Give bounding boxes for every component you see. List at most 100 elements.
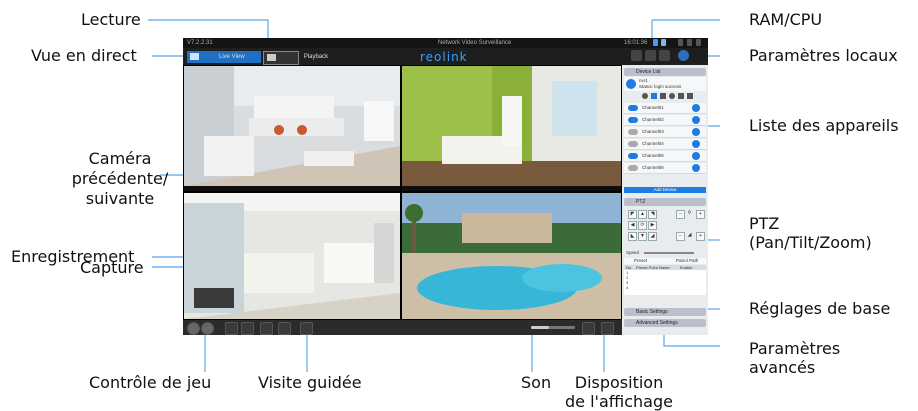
volume-slider-fill <box>531 326 549 329</box>
camera-icon <box>628 141 638 147</box>
video-tile-4[interactable] <box>402 193 621 319</box>
play-channel-icon[interactable] <box>692 140 700 148</box>
stop-icon[interactable] <box>201 322 214 335</box>
camera-icon <box>628 165 638 171</box>
device-list-toggle-icon[interactable] <box>631 50 642 61</box>
zoom-in-button[interactable]: + <box>696 210 705 219</box>
ptz-up-right-button[interactable]: ◥ <box>648 210 657 219</box>
play-channel-icon[interactable] <box>692 152 700 160</box>
info-icon[interactable] <box>678 50 689 61</box>
basic-settings-header[interactable]: Basic Settings <box>624 308 706 316</box>
living-room-image <box>184 66 400 186</box>
video-tile-1[interactable] <box>184 66 400 186</box>
volume-slider[interactable] <box>531 326 575 329</box>
label-parametres-avances-line2: avancés <box>749 358 816 377</box>
add-device-button[interactable]: Add Device <box>624 187 706 193</box>
channel-item-2[interactable]: Channel02 <box>624 115 706 126</box>
settings-small-icon[interactable] <box>642 93 648 99</box>
device-name: nvr1 <box>639 78 648 83</box>
window-close-icon[interactable] <box>696 39 701 46</box>
ptz-left-button[interactable]: ◀ <box>628 221 637 230</box>
ram-icon <box>661 39 666 46</box>
playback-label[interactable]: Playback <box>301 51 331 63</box>
play-channel-icon[interactable] <box>692 116 700 124</box>
version-text: V7.2.2.31 <box>187 40 213 46</box>
play-icon[interactable] <box>187 322 200 335</box>
ptz-down-button[interactable]: ▼ <box>638 232 647 241</box>
device-info-small-icon[interactable] <box>651 93 657 99</box>
label-ptz-line1: PTZ <box>749 214 780 233</box>
video-tile-1-toolbar <box>184 186 400 191</box>
label-camera-line1: Caméra <box>88 149 152 168</box>
label-disposition-line2: de l'affichage <box>565 392 673 411</box>
layout-toggle-icon[interactable] <box>645 50 656 61</box>
fullscreen-icon[interactable] <box>601 322 614 335</box>
speed-label: Speed <box>626 250 640 255</box>
edit-small-icon[interactable] <box>678 93 684 99</box>
channel-item-6[interactable]: Channel06 <box>624 163 706 174</box>
device-entry[interactable]: nvr1 Status: login success <box>624 77 706 91</box>
col-enable: Enable <box>680 265 693 270</box>
delete-small-icon[interactable] <box>687 93 693 99</box>
layout-grid-icon[interactable] <box>582 322 595 335</box>
zoom-out-button[interactable]: − <box>676 210 685 219</box>
ptz-center-button[interactable]: ⟳ <box>638 221 647 230</box>
pool-image <box>402 193 621 319</box>
guided-tour-icon[interactable] <box>300 322 313 335</box>
channel-item-1[interactable]: Channel01 <box>624 103 706 114</box>
channel-name: Channel06 <box>642 165 664 170</box>
search-small-icon[interactable] <box>669 93 675 99</box>
channel-name: Channel02 <box>642 117 664 122</box>
label-son: Son <box>521 373 552 392</box>
device-action-icons <box>642 93 702 100</box>
channel-item-3[interactable]: Channel03 <box>624 127 706 138</box>
video-tile-3[interactable] <box>184 193 400 319</box>
ptz-title: PTZ <box>636 199 646 205</box>
office-image <box>184 193 400 319</box>
channel-name: Channel04 <box>642 141 664 146</box>
play-small-icon[interactable] <box>660 93 666 99</box>
next-camera-icon[interactable] <box>278 322 291 335</box>
app-window: V7.2.2.31 Network Video Surveillance 16:… <box>183 38 708 335</box>
table-row[interactable]: 4 <box>624 285 706 290</box>
bedroom-image <box>402 66 621 186</box>
focus-out-button[interactable]: − <box>676 232 685 241</box>
volume-icon[interactable] <box>519 322 527 333</box>
live-view-tab[interactable]: Live View <box>187 51 261 63</box>
device-list-header[interactable]: Device List <box>624 68 706 76</box>
play-channel-icon[interactable] <box>692 128 700 136</box>
ptz-up-left-button[interactable]: ◤ <box>628 210 637 219</box>
window-minimize-icon[interactable] <box>678 39 683 46</box>
channel-name: Channel03 <box>642 129 664 134</box>
advanced-settings-label: Advanced Settings <box>636 320 678 326</box>
ptz-right-button[interactable]: ▶ <box>648 221 657 230</box>
label-capture: Capture <box>80 258 144 277</box>
gear-icon[interactable] <box>659 50 670 61</box>
patrol-tab[interactable]: Patrol Path <box>676 258 698 264</box>
camera-icon <box>628 153 638 159</box>
window-maximize-icon[interactable] <box>687 39 692 46</box>
advanced-settings-header[interactable]: Advanced Settings <box>624 319 706 327</box>
focus-in-button[interactable]: + <box>696 232 705 241</box>
ptz-header[interactable]: PTZ <box>624 198 706 206</box>
ptz-up-button[interactable]: ▲ <box>638 210 647 219</box>
speed-slider[interactable] <box>644 252 694 254</box>
capture-icon[interactable] <box>225 322 238 335</box>
playback-icon <box>267 54 276 61</box>
label-camera-line2: précédente/ <box>71 169 169 188</box>
previous-camera-icon[interactable] <box>260 322 273 335</box>
playback-tab[interactable] <box>263 51 299 65</box>
top-toolbar: Live View Playback reolink <box>183 48 708 65</box>
record-icon[interactable] <box>241 322 254 335</box>
ptz-down-right-button[interactable]: ◢ <box>648 232 657 241</box>
play-channel-icon[interactable] <box>692 164 700 172</box>
ptz-down-left-button[interactable]: ◣ <box>628 232 637 241</box>
video-tile-2[interactable] <box>402 66 621 186</box>
label-camera-line3: suivante <box>85 189 155 208</box>
play-channel-icon[interactable] <box>692 104 700 112</box>
device-status: Status: login success <box>639 84 682 89</box>
channel-item-5[interactable]: Channel05 <box>624 151 706 162</box>
channel-item-4[interactable]: Channel04 <box>624 139 706 150</box>
live-view-icon <box>190 53 199 60</box>
preset-tab[interactable]: Preset <box>634 258 647 264</box>
